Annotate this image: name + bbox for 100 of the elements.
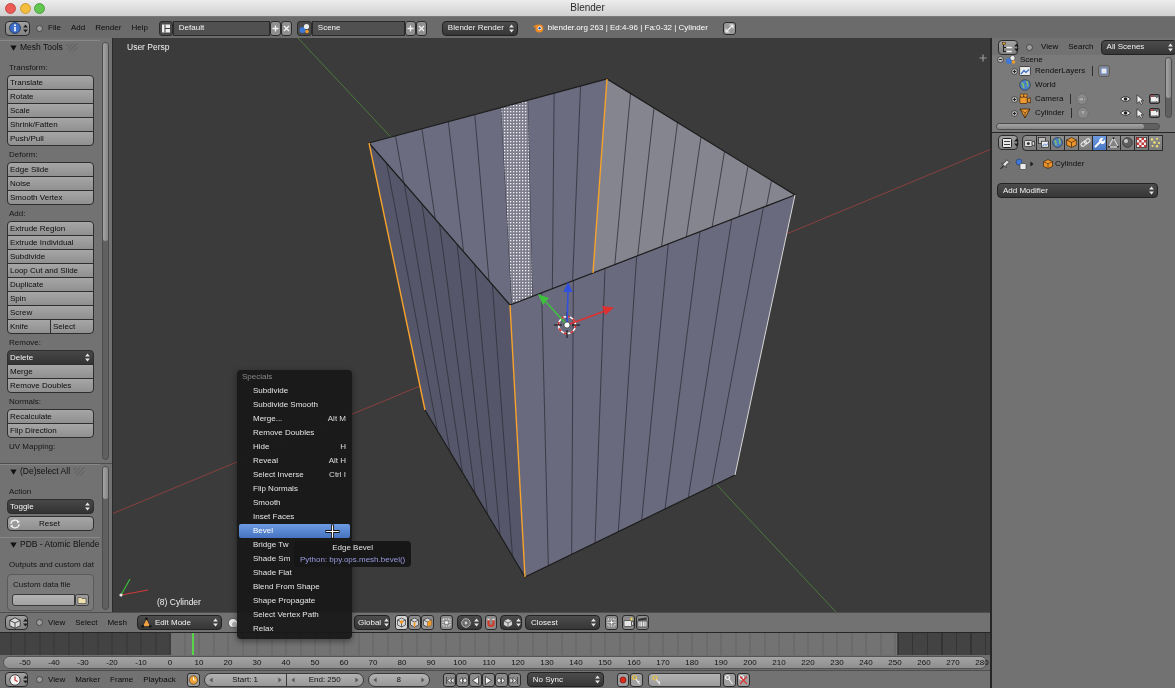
scrollbar-track[interactable] <box>1165 57 1172 118</box>
scrollbar-thumb[interactable] <box>997 124 1145 129</box>
expand-icon[interactable] <box>1011 95 1018 103</box>
add-modifier-dropdown[interactable]: Add Modifier <box>997 183 1158 198</box>
editor-type-button[interactable] <box>5 672 28 687</box>
outliner-item[interactable]: World <box>1035 81 1056 89</box>
editor-type-button[interactable] <box>5 20 30 36</box>
expand-icon[interactable] <box>1011 67 1018 75</box>
scrollbar-track[interactable] <box>996 123 1160 130</box>
editor-type-button[interactable] <box>5 615 28 630</box>
menu-item[interactable]: Playback <box>143 675 176 684</box>
scrollbar-thumb[interactable] <box>1166 58 1171 98</box>
play-icon[interactable] <box>481 672 495 687</box>
key-icon[interactable] <box>629 672 643 687</box>
collapse-icon[interactable] <box>997 56 1004 63</box>
menu-toggle-icon[interactable] <box>36 619 43 626</box>
proportional-edit-dropdown[interactable] <box>457 615 482 630</box>
scene-field[interactable]: Scene <box>311 20 405 36</box>
plus-icon[interactable] <box>979 54 987 62</box>
panel-title[interactable]: PDB - Atomic Blende <box>20 540 100 549</box>
start-frame-field[interactable]: Start: 1 <box>203 672 287 687</box>
menu-toggle-icon[interactable] <box>36 24 43 32</box>
occlude-geometry-icon[interactable] <box>440 615 453 630</box>
screen-layout-icon[interactable] <box>158 20 173 36</box>
menu-item[interactable]: Shape Propagate <box>239 594 350 608</box>
select-dropdown[interactable]: Toggle <box>7 499 94 514</box>
menu-item[interactable]: Blend From Shape <box>239 580 350 594</box>
panel-title[interactable]: (De)select All <box>20 467 71 476</box>
end-frame-field[interactable]: End: 250 <box>285 672 364 687</box>
play-reverse-icon[interactable] <box>468 672 482 687</box>
menu-item[interactable]: Select Inverse Ctrl I <box>239 468 350 482</box>
menu-item[interactable]: Select Vertex Path <box>239 608 350 622</box>
mode-dropdown[interactable]: Edit Mode <box>137 615 222 630</box>
tool-button[interactable]: Knife <box>7 319 51 334</box>
jump-to-end-icon[interactable] <box>507 672 521 687</box>
snap-target-dropdown[interactable]: Closest <box>525 615 600 630</box>
clapperboard-icon[interactable] <box>636 615 649 630</box>
fullscreen-icon[interactable] <box>722 21 736 35</box>
menu-item[interactable]: Reveal Alt H <box>239 454 350 468</box>
scrollbar-thumb[interactable] <box>103 467 108 499</box>
add-icon[interactable] <box>269 20 281 36</box>
orientation-dropdown[interactable]: Global <box>354 615 390 630</box>
menu-item[interactable]: Search <box>1068 43 1094 51</box>
face-select-icon[interactable] <box>421 615 434 630</box>
editor-type-button[interactable] <box>998 135 1018 150</box>
expand-icon[interactable] <box>1011 109 1018 117</box>
menu-item[interactable]: Select <box>75 618 98 627</box>
collapse-triangle-icon[interactable] <box>10 541 17 548</box>
editor-type-button[interactable] <box>998 39 1018 55</box>
scene-icon[interactable] <box>296 20 312 36</box>
tool-button[interactable]: Flip Direction <box>7 423 94 438</box>
snap-options-icon[interactable] <box>605 615 618 630</box>
previous-keyframe-icon[interactable] <box>455 672 469 687</box>
current-frame-field[interactable]: 8 <box>367 672 430 687</box>
magnet-icon[interactable] <box>485 615 497 630</box>
menu-item[interactable]: Merge... Alt M <box>239 412 350 426</box>
eye-icon[interactable] <box>1120 95 1131 103</box>
menu-item[interactable]: Subdivide <box>239 384 350 398</box>
eye-icon[interactable] <box>1120 109 1131 117</box>
panel-title[interactable]: Mesh Tools <box>20 43 63 52</box>
filter-dropdown[interactable]: All Scenes <box>1100 39 1175 55</box>
frame-ruler[interactable]: -50 -40 -30 -20 -10 0 10 20 30 40 50 60 70 80 90 100 110 120 130 140 150 160 170 180 190 200 210 220 230 240 250 260 270 280 <box>3 656 987 669</box>
menu-item[interactable]: Hide H <box>239 440 350 454</box>
scrollbar-track[interactable] <box>102 466 109 610</box>
timeline-track[interactable] <box>0 633 990 655</box>
vertex-select-icon[interactable] <box>395 615 408 630</box>
pin-icon[interactable] <box>1000 158 1010 170</box>
camera-icon[interactable] <box>622 615 635 630</box>
menu-item[interactable]: Mesh <box>107 618 127 627</box>
menu-item[interactable]: Marker <box>75 675 101 684</box>
menu-item[interactable]: Remove Doubles <box>239 426 350 440</box>
scrollbar-thumb[interactable] <box>103 43 108 241</box>
menu-item[interactable]: View <box>48 675 66 684</box>
outliner-item[interactable]: Camera <box>1035 95 1064 103</box>
sync-mode-dropdown[interactable]: No Sync <box>526 672 604 687</box>
key-icon[interactable] <box>722 672 736 687</box>
menu-item[interactable]: Frame <box>110 675 134 684</box>
outliner-item[interactable]: Scene <box>1020 55 1043 64</box>
outliner-item[interactable]: RenderLayers <box>1035 67 1086 75</box>
menu-toggle-icon[interactable] <box>1026 43 1033 51</box>
menu-item[interactable]: Subdivide Smooth <box>239 398 350 412</box>
tool-button[interactable]: Smooth Vertex <box>7 190 94 205</box>
transform-gizmo[interactable] <box>538 282 614 329</box>
edge-select-icon[interactable] <box>408 615 421 630</box>
record-icon[interactable] <box>616 672 629 687</box>
menu-item[interactable]: View <box>1041 43 1059 51</box>
pointer-icon[interactable] <box>1136 107 1144 119</box>
outliner-item[interactable]: Cylinder <box>1035 109 1065 117</box>
render-engine-dropdown[interactable]: Blender Render <box>441 20 518 36</box>
pointer-icon[interactable] <box>1136 93 1144 105</box>
screen-layout-field[interactable]: Default <box>172 20 270 36</box>
collapse-triangle-icon[interactable] <box>10 44 17 51</box>
next-keyframe-icon[interactable] <box>494 672 508 687</box>
menu-item[interactable]: Render <box>95 24 122 32</box>
delete-key-icon[interactable] <box>736 672 750 687</box>
collapse-triangle-icon[interactable] <box>10 468 17 475</box>
keying-set-field[interactable] <box>647 672 721 687</box>
menu-item[interactable]: Shade Flat <box>239 566 350 580</box>
tool-button[interactable]: Push/Pull <box>7 131 94 146</box>
tool-button[interactable]: Select <box>50 319 94 334</box>
